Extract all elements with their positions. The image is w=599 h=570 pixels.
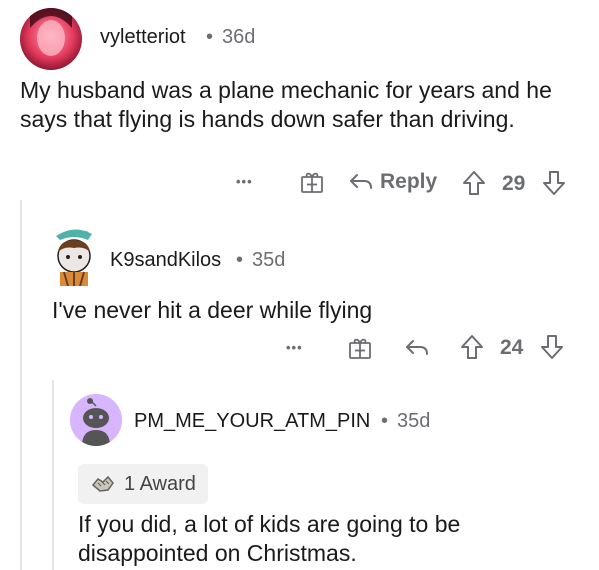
downvote-button[interactable] xyxy=(540,334,564,365)
vote-score: 29 xyxy=(502,172,526,195)
comment-body: I've never hit a deer while flying xyxy=(52,297,373,323)
more-options-button[interactable]: ••• xyxy=(236,174,253,189)
avatar[interactable] xyxy=(48,222,100,287)
avatar[interactable] xyxy=(70,394,122,446)
reply-label: Reply xyxy=(380,170,438,193)
comment-body: My husband was a plane mechanic for year… xyxy=(20,77,552,132)
meta-separator: • xyxy=(236,249,244,271)
reply-arrow-icon xyxy=(406,340,428,355)
comment-age: 35d xyxy=(397,410,431,432)
award-badge[interactable]: 1 Award xyxy=(78,464,208,504)
comment-body: If you did, a lot of kids are going to b… xyxy=(78,511,461,566)
meta-separator: • xyxy=(206,26,214,48)
reply-button[interactable] xyxy=(404,336,430,365)
comment-username[interactable]: K9sandKilos xyxy=(110,249,221,272)
downvote-arrow-icon xyxy=(541,335,563,359)
upvote-button[interactable] xyxy=(460,334,484,365)
comment-age: 35d xyxy=(252,249,286,271)
more-options-button[interactable]: ••• xyxy=(286,340,303,355)
upvote-arrow-icon xyxy=(461,335,483,359)
upvote-button[interactable] xyxy=(462,170,486,201)
reply-button[interactable]: Reply xyxy=(348,170,437,194)
thread-line-level2 xyxy=(52,380,54,570)
gift-icon xyxy=(301,172,323,193)
snoo-avatar-icon xyxy=(70,394,122,446)
reply-arrow-icon xyxy=(350,174,372,189)
give-award-button[interactable] xyxy=(348,336,372,365)
downvote-arrow-icon xyxy=(543,171,565,195)
user-avatar-icon xyxy=(20,8,82,70)
award-icon xyxy=(91,475,114,492)
snoo-avatar-icon xyxy=(56,229,92,287)
comment-username[interactable]: vyletteriot xyxy=(100,26,186,49)
comment-username[interactable]: PM_ME_YOUR_ATM_PIN xyxy=(134,410,370,433)
meta-separator: • xyxy=(381,410,389,432)
vote-score: 24 xyxy=(500,336,524,359)
thread-line-level1 xyxy=(20,200,22,570)
upvote-arrow-icon xyxy=(463,171,485,195)
downvote-button[interactable] xyxy=(542,170,566,201)
comment-age: 36d xyxy=(222,26,256,48)
avatar[interactable] xyxy=(20,8,82,70)
give-award-button[interactable] xyxy=(300,170,324,199)
gift-icon xyxy=(349,338,371,359)
award-count-label: 1 Award xyxy=(124,472,196,495)
